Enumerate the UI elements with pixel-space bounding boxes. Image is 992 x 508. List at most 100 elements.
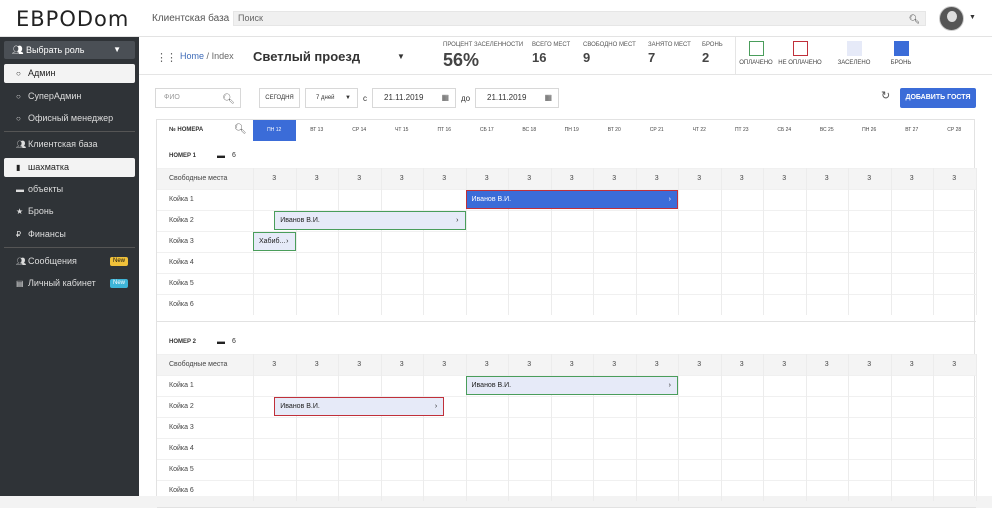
free-count-cell: 3 <box>952 361 957 368</box>
day-header[interactable]: ВТ 20 <box>593 120 636 141</box>
users-icon: 👥︎ <box>16 140 27 149</box>
caret-down-icon[interactable]: ▼ <box>969 14 976 21</box>
guest-name: Иванов В.И. <box>471 196 512 203</box>
day-header[interactable]: СБ 24 <box>763 120 806 141</box>
main-content: ФИО 🔍︎ СЕГОДНЯ 7 дней ▼ с 21.11.2019 ▦ до … <box>139 75 992 508</box>
sidebar-item-label: СуперАдмин <box>28 91 82 101</box>
bed-label: Койка 4 <box>169 445 194 452</box>
grid-line <box>720 354 722 501</box>
guest-name: Иванов В.И. <box>280 217 320 224</box>
to-date-input[interactable]: 21.11.2019 ▦ <box>475 88 559 108</box>
legend-swatch <box>846 41 862 56</box>
chevron-right-icon: › <box>456 217 459 224</box>
sidebar: 👥︎ Выбрать роль ▼ ○ Админ ○ СуперАдмин ○ Оф… <box>0 37 139 496</box>
day-header[interactable]: ВС 18 <box>508 120 551 141</box>
stat-value: 56% <box>443 50 480 70</box>
breadcrumb-home-link[interactable]: Home <box>180 51 204 61</box>
free-count-cell: 3 <box>612 361 617 368</box>
sidebar-item-finance[interactable]: ₽ Финансы <box>4 225 135 244</box>
search-icon[interactable]: 🔍︎ <box>222 91 235 109</box>
day-header[interactable]: СР 28 <box>933 120 976 141</box>
booking-block[interactable]: Иванов В.И. › <box>465 376 678 395</box>
booking-grid: № НОМЕРА 🔍︎ ПН 12 ВТ 13 СР 14 ЧТ 15 ПТ 16 СБ … <box>156 119 977 508</box>
booking-block[interactable]: Иванов В.И. › <box>274 211 466 230</box>
sidebar-item-booking[interactable]: ★ Бронь <box>4 202 135 221</box>
bed-row[interactable]: Койка 3 <box>157 417 976 438</box>
day-header[interactable]: ПН 19 <box>551 120 594 141</box>
sidebar-item-office-manager[interactable]: ○ Офисный менеджер <box>4 109 135 128</box>
refresh-icon[interactable]: ↻ <box>881 89 890 102</box>
free-count-cell: 3 <box>867 361 872 368</box>
day-header[interactable]: ПТ 16 <box>423 120 466 141</box>
day-header[interactable]: ВТ 27 <box>891 120 934 141</box>
calendar-icon[interactable]: ▦ <box>441 89 449 107</box>
sidebar-item-messages[interactable]: 👥︎ Сообщения New <box>4 252 135 271</box>
sidebar-item-objects[interactable]: ▬ объекты <box>4 180 135 199</box>
sidebar-item-clients[interactable]: 👥︎ Клиентская база <box>4 135 135 154</box>
role-select[interactable]: 👥︎ Выбрать роль ▼ <box>4 41 135 59</box>
bed-icon: ▬ <box>217 337 225 346</box>
grid-line <box>933 354 934 501</box>
bed-row[interactable]: Койка 4 <box>157 252 976 273</box>
sidebar-item-admin[interactable]: ○ Админ <box>4 64 135 83</box>
booking-block[interactable]: Иванов В.И. › <box>465 190 678 209</box>
period-select[interactable]: 7 дней ▼ <box>305 88 358 108</box>
crm-title: Клиентская база <box>152 13 230 24</box>
day-header[interactable]: ЧТ 15 <box>381 120 424 141</box>
bed-row[interactable]: Койка 5 <box>157 273 976 294</box>
bed-row[interactable]: Койка 5 <box>157 459 976 480</box>
search-icon[interactable]: 🔍︎ <box>234 124 247 135</box>
chevron-down-icon[interactable]: ▼ <box>397 52 405 61</box>
calendar-icon[interactable]: ▦ <box>544 89 552 107</box>
day-header[interactable]: СР 21 <box>636 120 679 141</box>
sidebar-item-label: шахматка <box>28 162 69 172</box>
legend-label: БРОНЬ <box>890 60 912 66</box>
grid-header: № НОМЕРА 🔍︎ ПН 12 ВТ 13 СР 14 ЧТ 15 ПТ 16 СБ … <box>157 120 976 141</box>
grid-icon[interactable]: ⋮⋮ <box>156 51 177 64</box>
booking-block[interactable]: Иванов В.И. › <box>274 397 445 416</box>
today-button[interactable]: СЕГОДНЯ <box>259 88 300 108</box>
search-icon[interactable]: 🔍︎ <box>909 13 920 26</box>
page-title[interactable]: Светлый проезд <box>253 49 360 64</box>
bed-row[interactable]: Койка 6 <box>157 480 976 501</box>
legend-label: НЕ ОПЛАЧЕНО <box>778 60 822 66</box>
legend-label: ОПЛАЧЕНО <box>739 60 773 66</box>
add-guest-button[interactable]: ДОБАВИТЬ ГОСТЯ <box>900 88 976 108</box>
breadcrumb-current: Index <box>211 51 234 61</box>
bed-row[interactable]: Койка 6 <box>157 294 976 315</box>
bed-row[interactable]: Койка 4 <box>157 438 976 459</box>
from-date-input[interactable]: 21.11.2019 ▦ <box>372 88 456 108</box>
day-header[interactable]: ПТ 23 <box>721 120 764 141</box>
grid-line <box>763 168 764 315</box>
day-header[interactable]: СБ 17 <box>466 120 509 141</box>
fio-search-input[interactable]: ФИО 🔍︎ <box>155 88 241 108</box>
booking-block[interactable]: Хабиб... › <box>253 232 296 251</box>
free-count-cell: 3 <box>782 175 787 182</box>
day-header[interactable]: ПН 26 <box>848 120 891 141</box>
free-count-cell: 3 <box>697 175 702 182</box>
bed-label: Койка 1 <box>169 196 194 203</box>
page-header: ⋮⋮ Home / Index Светлый проезд ▼ ПРОЦЕНТ… <box>139 37 992 75</box>
day-header[interactable]: ВТ 13 <box>296 120 339 141</box>
stat-value: 9 <box>583 50 591 65</box>
day-header[interactable]: ЧТ 22 <box>678 120 721 141</box>
day-header[interactable]: ВС 25 <box>806 120 849 141</box>
day-header[interactable]: СР 14 <box>338 120 381 141</box>
sidebar-item-cabinet[interactable]: ▤ Личный кабинет New <box>4 274 135 293</box>
to-date-value: 21.11.2019 <box>487 93 527 102</box>
search-input[interactable]: Поиск 🔍︎ <box>233 11 926 26</box>
avatar[interactable] <box>939 6 964 31</box>
sidebar-item-superadmin[interactable]: ○ СуперАдмин <box>4 87 135 106</box>
users-icon: 👥︎ <box>16 257 27 266</box>
fio-placeholder: ФИО <box>164 94 180 101</box>
divider <box>4 131 135 132</box>
legend-swatch <box>748 41 764 56</box>
sidebar-item-label: Клиентская база <box>28 139 98 149</box>
stat-free: СВОБОДНО МЕСТ 9 <box>583 42 636 65</box>
logo[interactable]: ЕВРОDom <box>16 7 129 31</box>
free-count-cell: 3 <box>569 175 574 182</box>
grid-line <box>763 354 764 501</box>
sidebar-item-chess[interactable]: ▮ шахматка <box>4 158 135 177</box>
day-header[interactable]: ПН 12 <box>253 120 296 141</box>
free-count-cell: 3 <box>782 361 787 368</box>
